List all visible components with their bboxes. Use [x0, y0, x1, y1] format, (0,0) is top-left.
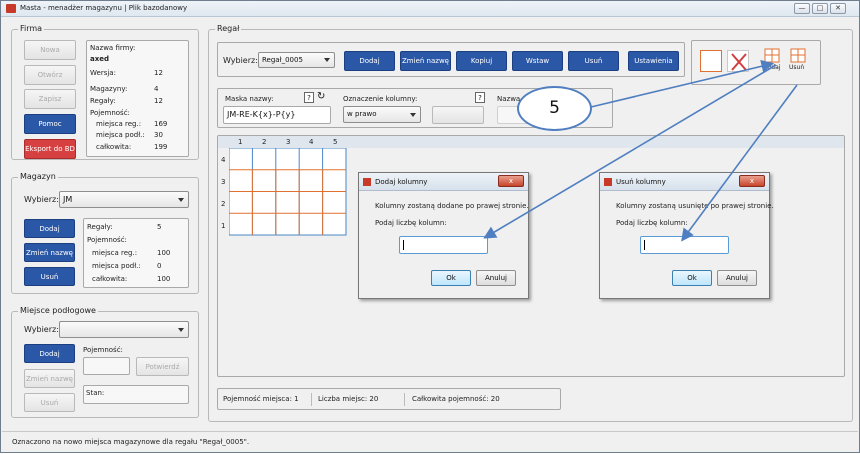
status-bar: Oznaczono na nowo miejsca magazynowe dla…: [2, 431, 858, 452]
arrow-to-remove-input: [681, 84, 798, 242]
status-text: Oznaczono na nowo miejsca magazynowe dla…: [12, 438, 250, 446]
annotation-arrows: [483, 60, 798, 242]
annotation-number: 5: [549, 98, 560, 118]
main-window: Masta - menadżer magazynu | Plik bazodan…: [0, 0, 860, 453]
annotation-bubble: 5: [517, 86, 592, 131]
arrow-to-add-tool: [590, 60, 775, 108]
